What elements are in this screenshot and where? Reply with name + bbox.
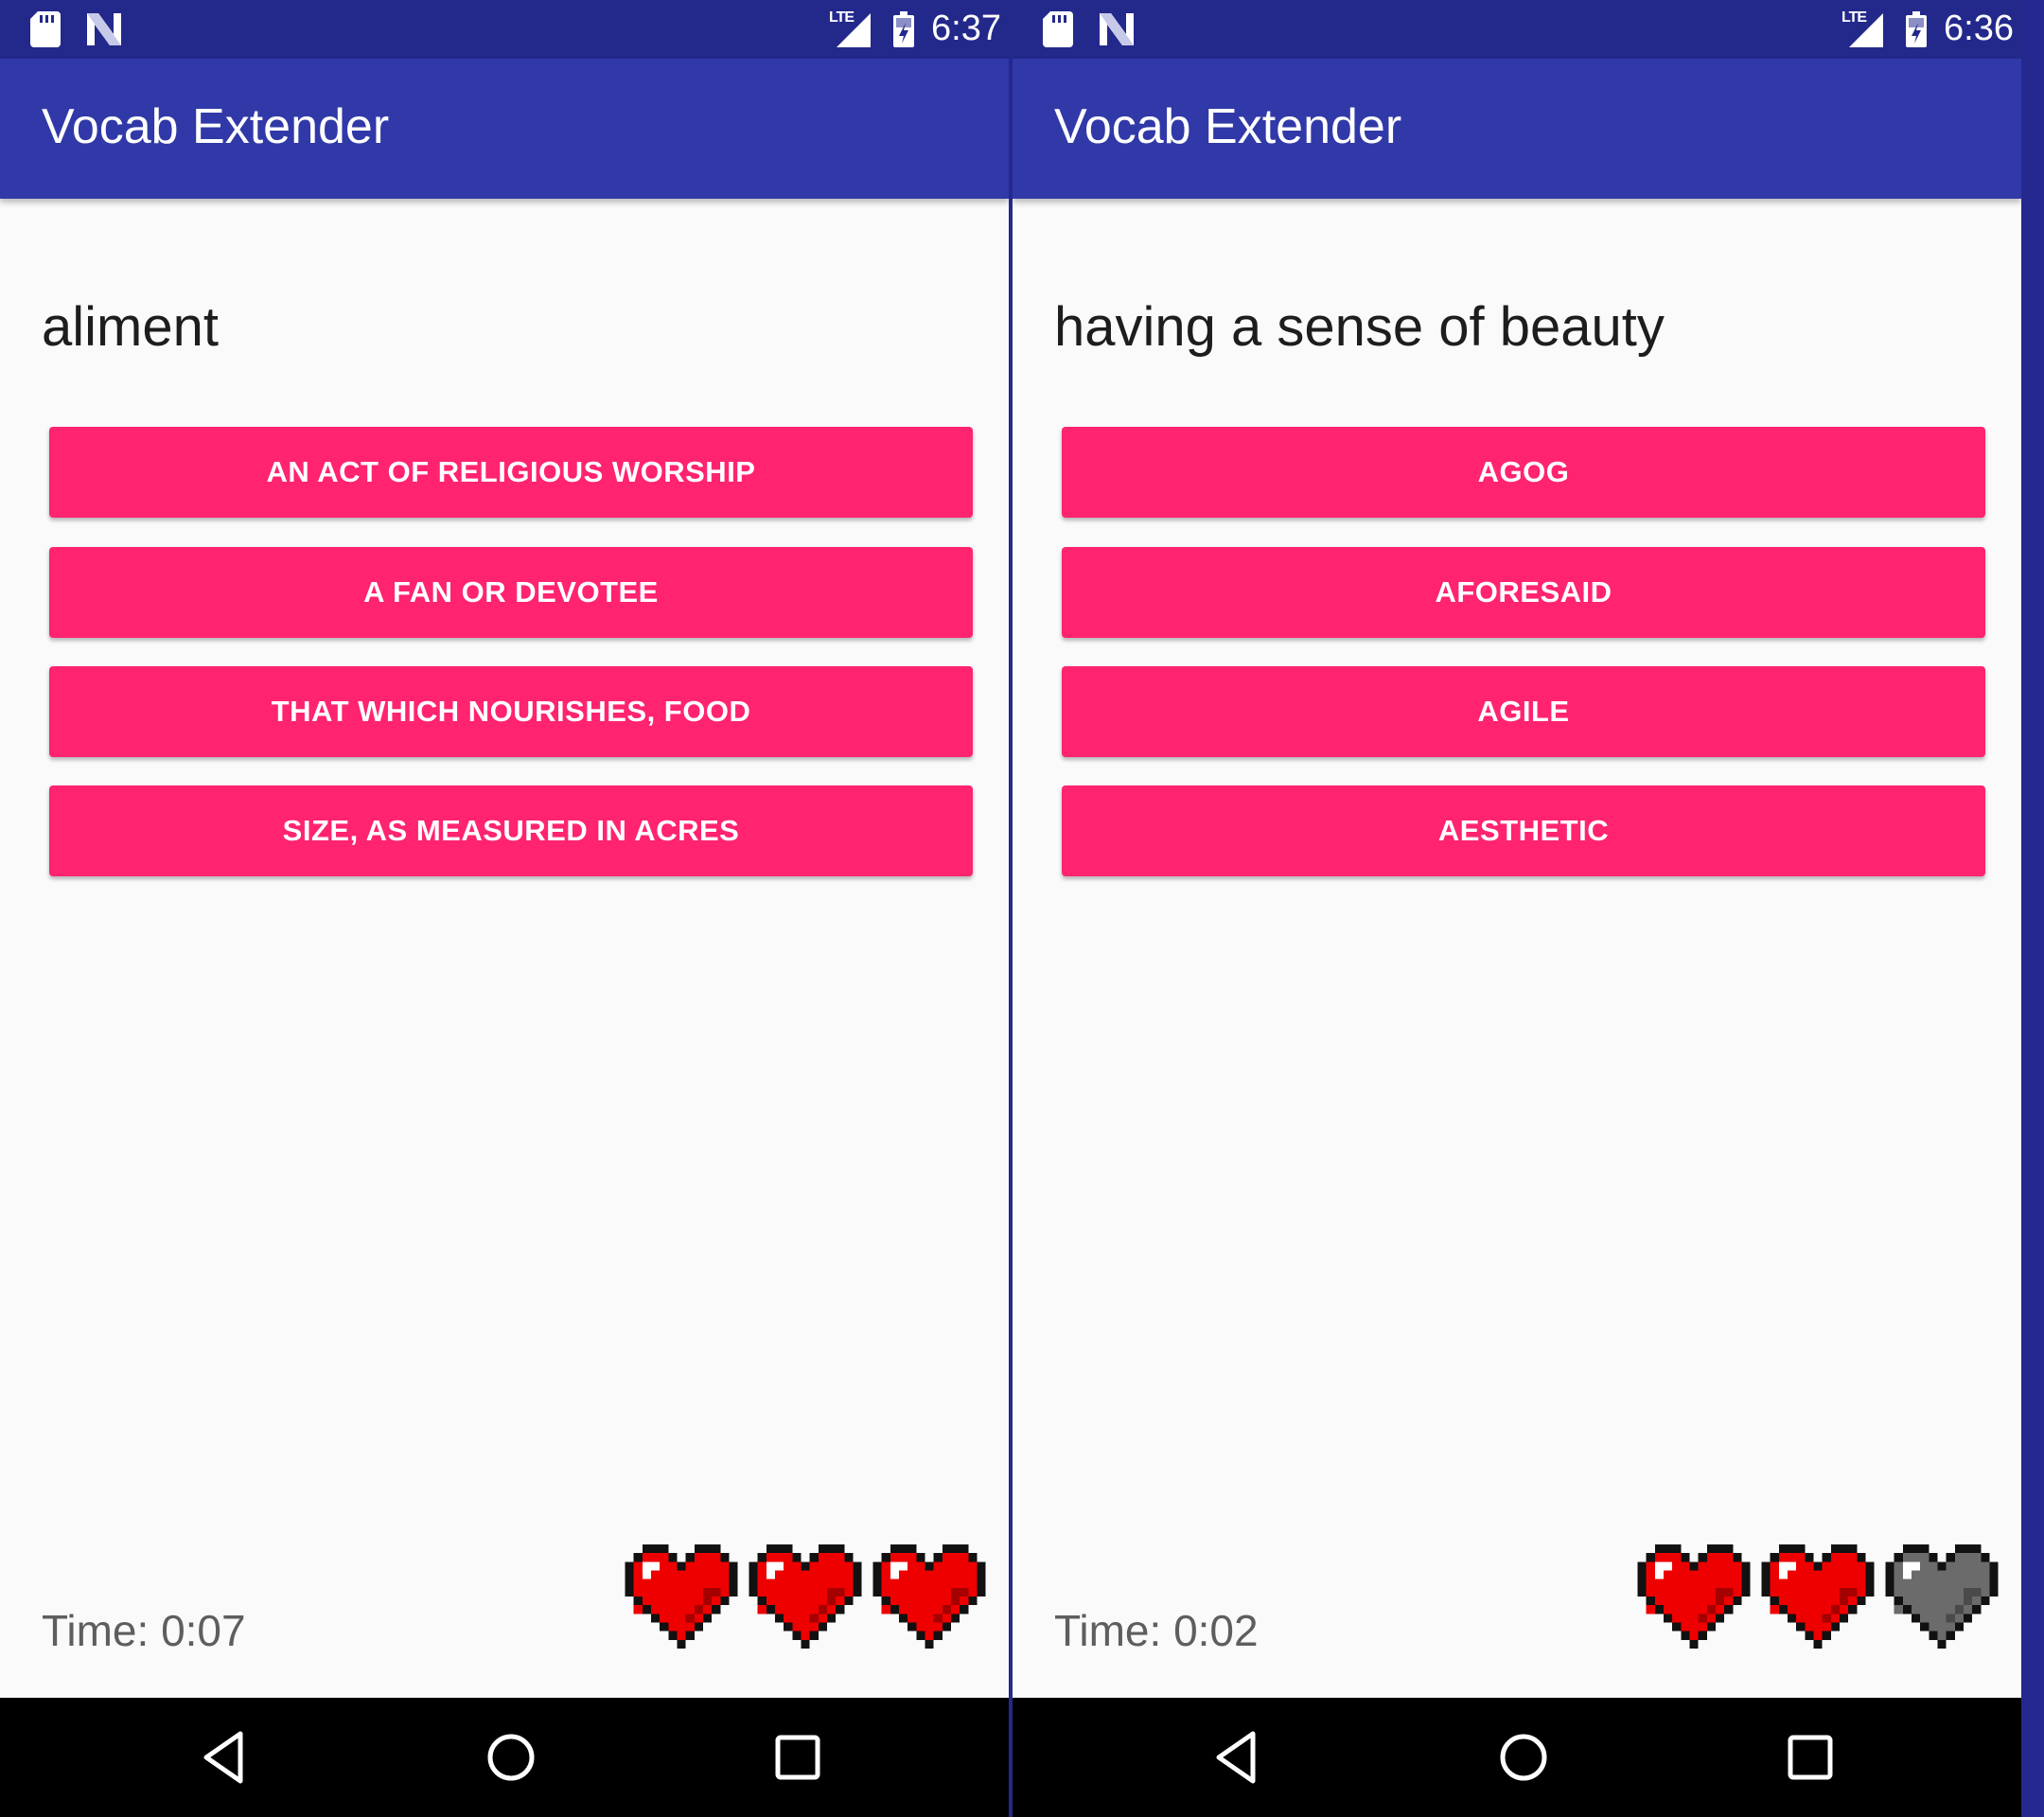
status-time: 6:36 bbox=[1944, 9, 2014, 48]
signal-icon bbox=[1849, 13, 1883, 47]
home-icon[interactable] bbox=[480, 1726, 542, 1789]
answer-button-3[interactable]: THAT WHICH NOURISHES, FOOD bbox=[49, 666, 973, 757]
lives-hearts bbox=[0, 1544, 1009, 1649]
battery-icon bbox=[893, 11, 914, 47]
phone-screen-left: LTE 6:37 Vocab Extender aliment AN ACT O… bbox=[0, 0, 1009, 1817]
back-icon[interactable] bbox=[193, 1726, 256, 1789]
screens-container: LTE 6:37 Vocab Extender aliment AN ACT O… bbox=[0, 0, 2044, 1817]
recent-apps-icon[interactable] bbox=[1779, 1726, 1841, 1789]
app-title: Vocab Extender bbox=[42, 99, 390, 154]
sd-card-icon bbox=[30, 11, 61, 47]
sd-card-icon bbox=[1043, 11, 1073, 47]
status-bar: LTE 6:37 bbox=[0, 0, 1009, 59]
app-title: Vocab Extender bbox=[1054, 99, 1402, 154]
app-bar: Vocab Extender bbox=[0, 59, 1009, 199]
phone-screen-right: LTE 6:36 Vocab Extender having a sense o… bbox=[1013, 0, 2021, 1817]
signal-icon bbox=[837, 13, 871, 47]
answer-button-1[interactable]: AGOG bbox=[1062, 427, 1985, 518]
answer-button-4[interactable]: AESTHETIC bbox=[1062, 785, 1985, 876]
question-definition: having a sense of beauty bbox=[1054, 296, 1665, 358]
lives-hearts bbox=[1013, 1544, 2021, 1649]
status-time: 6:37 bbox=[931, 9, 1001, 48]
recent-apps-icon[interactable] bbox=[766, 1726, 829, 1789]
battery-icon bbox=[1906, 11, 1927, 47]
answer-button-2[interactable]: A FAN OR DEVOTEE bbox=[49, 547, 973, 638]
heart-icon bbox=[1885, 1544, 1999, 1649]
answer-button-1[interactable]: AN ACT OF RELIGIOUS WORSHIP bbox=[49, 427, 973, 518]
heart-icon bbox=[749, 1544, 862, 1649]
heart-icon bbox=[1761, 1544, 1875, 1649]
heart-icon bbox=[872, 1544, 986, 1649]
app-bar: Vocab Extender bbox=[1013, 59, 2021, 199]
heart-icon bbox=[625, 1544, 738, 1649]
heart-icon bbox=[1637, 1544, 1751, 1649]
notification-n-icon bbox=[1100, 13, 1134, 45]
answer-button-4[interactable]: SIZE, AS MEASURED IN ACRES bbox=[49, 785, 973, 876]
home-icon[interactable] bbox=[1492, 1726, 1555, 1789]
answer-button-2[interactable]: AFORESAID bbox=[1062, 547, 1985, 638]
back-icon[interactable] bbox=[1206, 1726, 1268, 1789]
navigation-bar bbox=[1013, 1698, 2021, 1817]
navigation-bar bbox=[0, 1698, 1009, 1817]
question-word: aliment bbox=[42, 296, 219, 358]
answer-button-3[interactable]: AGILE bbox=[1062, 666, 1985, 757]
notification-n-icon bbox=[87, 13, 121, 45]
status-bar: LTE 6:36 bbox=[1013, 0, 2021, 59]
